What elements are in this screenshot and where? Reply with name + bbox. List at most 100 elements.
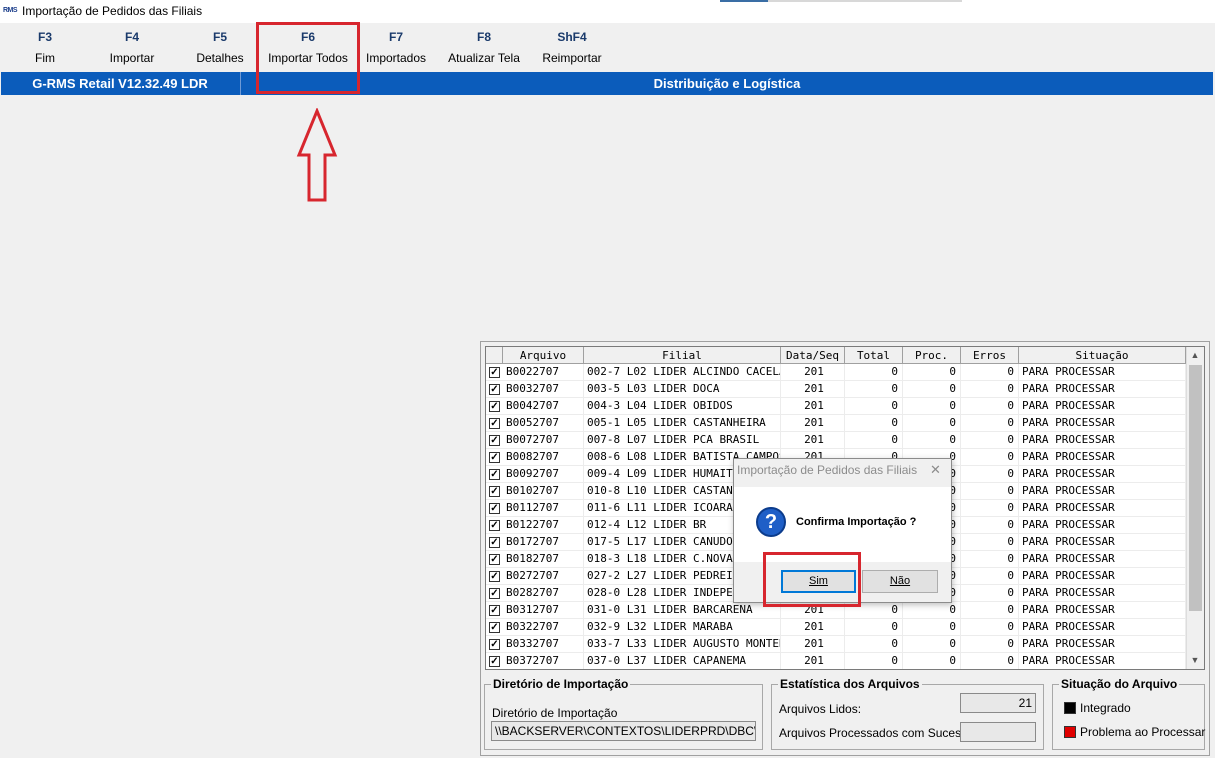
cell-proc: 0 — [903, 381, 961, 397]
cell-erros: 0 — [961, 483, 1019, 499]
cell-situacao: PARA PROCESSAR — [1019, 619, 1186, 635]
toolbar-atualizar-tela-button[interactable]: F8 Atualizar Tela — [439, 29, 529, 65]
cell-situacao: PARA PROCESSAR — [1019, 432, 1186, 448]
toolbar-importar-button[interactable]: F4 Importar — [87, 29, 177, 65]
row-checkbox[interactable]: ✓ — [489, 367, 500, 378]
row-checkbox[interactable]: ✓ — [489, 452, 500, 463]
scrollbar-thumb[interactable] — [1189, 365, 1202, 611]
arquivos-sucesso-field[interactable] — [960, 722, 1036, 742]
cell-dataseq: 201 — [781, 619, 845, 635]
row-checkbox[interactable]: ✓ — [489, 656, 500, 667]
cell-erros: 0 — [961, 500, 1019, 516]
row-checkbox[interactable]: ✓ — [489, 571, 500, 582]
grid-header-filial[interactable]: Filial — [584, 347, 781, 364]
dialog-no-button[interactable]: Não — [862, 570, 938, 593]
fkey-code: F4 — [124, 30, 139, 44]
cell-erros: 0 — [961, 415, 1019, 431]
cell-erros: 0 — [961, 398, 1019, 414]
cell-proc: 0 — [903, 432, 961, 448]
grid-header-total[interactable]: Total — [845, 347, 903, 364]
toolbar-detalhes-button[interactable]: F5 Detalhes — [175, 29, 265, 65]
diretorio-group-title: Diretório de Importação — [491, 677, 631, 691]
table-row[interactable]: ✓B0332707033-7 L33 LIDER AUGUSTO MONTENE… — [486, 636, 1186, 653]
fkey-label: Fim — [35, 51, 55, 65]
cell-arquivo: B0042707 — [503, 398, 584, 414]
grid-header-erros[interactable]: Erros — [961, 347, 1019, 364]
cell-proc: 0 — [903, 364, 961, 380]
cell-erros: 0 — [961, 466, 1019, 482]
table-row[interactable]: ✓ B0022707 002-7 L02 LIDER ALCINDO CACELA 2… — [486, 364, 1186, 381]
cell-proc: 0 — [903, 653, 961, 669]
cell-arquivo: B0332707 — [503, 636, 584, 652]
row-checkbox[interactable]: ✓ — [489, 418, 500, 429]
row-checkbox[interactable]: ✓ — [489, 503, 500, 514]
row-checkbox[interactable]: ✓ — [489, 605, 500, 616]
cell-proc: 0 — [903, 415, 961, 431]
up-arrow-annotation-icon — [296, 108, 338, 202]
row-checkbox[interactable]: ✓ — [489, 520, 500, 531]
grid-header-check — [486, 347, 503, 364]
grid-header-arquivo[interactable]: Arquivo — [503, 347, 584, 364]
row-checkbox[interactable]: ✓ — [489, 537, 500, 548]
table-row[interactable]: ✓ B0042707 004-3 L04 LIDER OBIDOS 201 0 0 0 PAR… — [486, 398, 1186, 415]
cell-filial: 037-0 L37 LIDER CAPANEMA — [584, 653, 781, 669]
version-label: G-RMS Retail V12.32.49 LDR — [0, 72, 241, 95]
dialog-close-icon[interactable]: ✕ — [930, 462, 941, 478]
cell-dataseq: 201 — [781, 415, 845, 431]
dialog-title: Importação de Pedidos das Filiais — [737, 463, 918, 477]
table-row[interactable]: ✓ B0032707 003-5 L03 LIDER DOCA 201 0 0 0 PARA … — [486, 381, 1186, 398]
row-checkbox[interactable]: ✓ — [489, 554, 500, 565]
cell-situacao: PARA PROCESSAR — [1019, 585, 1186, 601]
toolbar-reimportar-button[interactable]: ShF4 Reimportar — [527, 29, 617, 65]
highlight-box-f6 — [256, 22, 360, 94]
cell-total: 0 — [845, 432, 903, 448]
toolbar-fim-button[interactable]: F3 Fim — [0, 29, 90, 65]
row-checkbox[interactable]: ✓ — [489, 469, 500, 480]
table-row[interactable]: ✓ B0052707 005-1 L05 LIDER CASTANHEIRA 201 0… — [486, 415, 1186, 432]
cell-filial: 033-7 L33 LIDER AUGUSTO MONTENEGRO — [584, 636, 781, 652]
cell-proc: 0 — [903, 619, 961, 635]
cell-dataseq: 201 — [781, 364, 845, 380]
fkey-code: F3 — [37, 30, 52, 44]
problema-swatch — [1064, 726, 1076, 738]
cell-filial: 002-7 L02 LIDER ALCINDO CACELA — [584, 364, 781, 380]
integrado-swatch — [1064, 702, 1076, 714]
cell-erros: 0 — [961, 534, 1019, 550]
scroll-down-icon[interactable]: ▼ — [1188, 652, 1202, 668]
cell-arquivo: B0102707 — [503, 483, 584, 499]
cell-arquivo: B0092707 — [503, 466, 584, 482]
row-checkbox[interactable]: ✓ — [489, 639, 500, 650]
app-icon: RMS — [3, 7, 18, 14]
row-checkbox[interactable]: ✓ — [489, 486, 500, 497]
diretorio-field[interactable]: \\BACKSERVER\CONTEXTOS\LIDERPRD\DBC\ — [491, 721, 756, 741]
cell-arquivo: B0022707 — [503, 364, 584, 380]
toolbar-importados-button[interactable]: F7 Importados — [351, 29, 441, 65]
table-row[interactable]: ✓ B0072707 007-8 L07 LIDER PCA BRASIL 201 0 0… — [486, 432, 1186, 449]
situacao-arquivo-group-title: Situação do Arquivo — [1059, 677, 1180, 691]
cell-erros: 0 — [961, 619, 1019, 635]
fkey-label: Importar — [109, 51, 155, 65]
grid-header-proc[interactable]: Proc. — [903, 347, 961, 364]
cell-erros: 0 — [961, 653, 1019, 669]
cell-proc: 0 — [903, 636, 961, 652]
cell-situacao: PARA PROCESSAR — [1019, 466, 1186, 482]
fkey-code: F7 — [388, 30, 403, 44]
row-checkbox[interactable]: ✓ — [489, 588, 500, 599]
module-label: Distribuição e Logística — [653, 76, 801, 91]
table-row[interactable]: ✓ B0372707 037-0 L37 LIDER CAPANEMA 201 0 0 0 P… — [486, 653, 1186, 669]
cell-total: 0 — [845, 398, 903, 414]
cell-proc: 0 — [903, 398, 961, 414]
row-checkbox[interactable]: ✓ — [489, 384, 500, 395]
arquivos-sucesso-label: Arquivos Processados com Sucesso: — [779, 726, 978, 740]
cell-total: 0 — [845, 415, 903, 431]
grid-header-dataseq[interactable]: Data/Seq — [781, 347, 845, 364]
row-checkbox[interactable]: ✓ — [489, 622, 500, 633]
question-icon: ? — [756, 507, 786, 537]
row-checkbox[interactable]: ✓ — [489, 435, 500, 446]
scroll-up-icon[interactable]: ▲ — [1188, 347, 1202, 363]
arquivos-lidos-field[interactable]: 21 — [960, 693, 1036, 713]
cell-arquivo: B0082707 — [503, 449, 584, 465]
table-row[interactable]: ✓ B0322707 032-9 L32 LIDER MARABA 201 0 0 0 PAR… — [486, 619, 1186, 636]
row-checkbox[interactable]: ✓ — [489, 401, 500, 412]
grid-header-situacao[interactable]: Situação — [1019, 347, 1186, 364]
